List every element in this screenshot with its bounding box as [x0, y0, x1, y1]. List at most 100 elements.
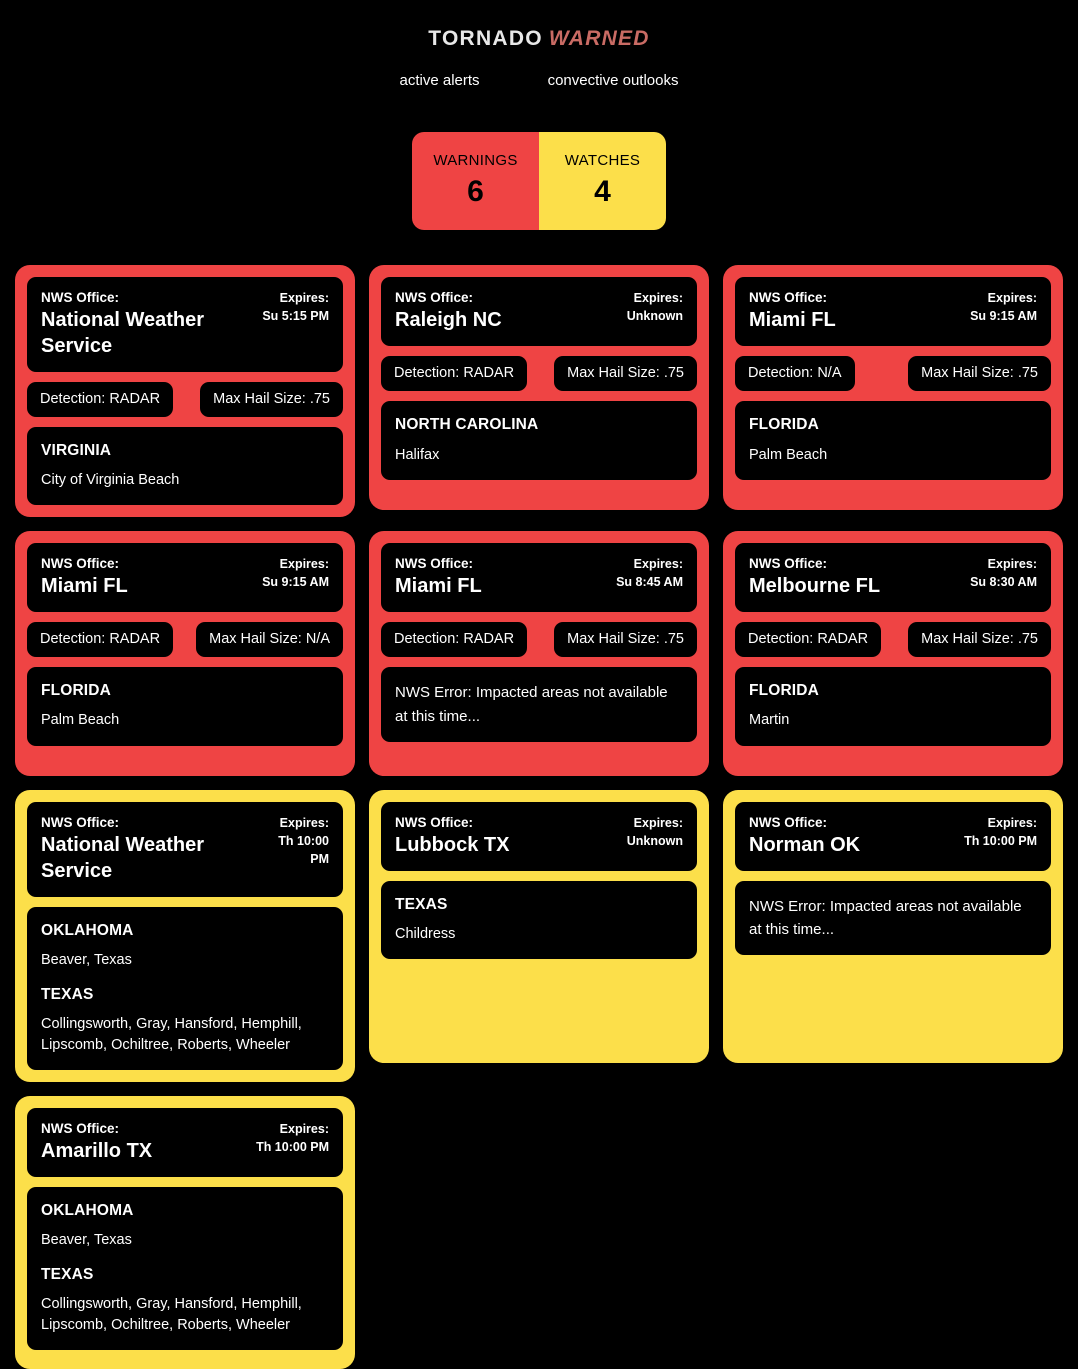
state-group: TEXAS Collingsworth, Gray, Hansford, Hemp…	[41, 1265, 329, 1336]
office-block: NWS Office: Melbourne FL	[749, 555, 880, 600]
expires-value: Th 10:00 PM	[278, 834, 329, 867]
detection-hail-row: Detection: N/A Max Hail Size: .75	[735, 356, 1051, 392]
expires-value: Su 5:15 PM	[262, 309, 329, 324]
office-block: NWS Office: Norman OK	[749, 814, 860, 859]
impacted-areas-panel: OKLAHOMA Beaver, Texas TEXAS Collingsworth,…	[27, 1186, 343, 1351]
state-group: TEXAS Collingsworth, Gray, Hansford, Hemp…	[41, 985, 329, 1056]
expires-label: Expires:	[279, 816, 329, 831]
detection-chip: Detection: RADAR	[381, 356, 528, 392]
county-list: Beaver, Texas	[41, 951, 132, 968]
expires-value: Unknown	[626, 834, 683, 849]
max-hail-size-chip: Max Hail Size: .75	[908, 621, 1051, 658]
warning-card[interactable]: NWS Office: Miami FL Expires: Su 9:15 AM Det…	[15, 531, 355, 777]
expires-block: Expires: Unknown	[627, 289, 683, 325]
main-nav: active alerts convective outlooks	[0, 72, 1078, 89]
expires-label: Expires:	[633, 557, 683, 572]
county-list: Collingsworth, Gray, Hansford, Hemphill,…	[41, 1295, 302, 1333]
expires-value: Th 10:00 PM	[964, 834, 1037, 849]
nws-office-name: Lubbock TX	[395, 834, 510, 857]
nws-office-name: Raleigh NC	[395, 309, 502, 332]
watch-card[interactable]: NWS Office: Norman OK Expires: Th 10:00 PM N…	[723, 790, 1063, 1064]
nav-link-active-alerts[interactable]: active alerts	[400, 72, 480, 89]
expires-block: Expires: Su 9:15 AM	[970, 289, 1037, 325]
counters-section: WARNINGS 6 WATCHES 4	[0, 132, 1078, 231]
site-title-warned: WARNED	[548, 27, 650, 50]
counter-warnings[interactable]: WARNINGS 6	[412, 132, 539, 231]
nws-office-name: Miami FL	[395, 575, 482, 598]
nws-office-label: NWS Office:	[41, 1120, 120, 1136]
max-hail-size-chip: Max Hail Size: N/A	[196, 621, 343, 658]
expires-label: Expires:	[279, 291, 329, 306]
card-header: NWS Office: Miami FL Expires: Su 9:15 AM	[735, 277, 1051, 346]
impacted-areas-panel: FLORIDA Palm Beach	[27, 667, 343, 746]
site-title: TORNADO WARNED	[0, 26, 1078, 51]
state-group: OKLAHOMA Beaver, Texas	[41, 921, 329, 971]
detection-hail-row: Detection: RADAR Max Hail Size: N/A	[27, 621, 343, 658]
state-name: FLORIDA	[749, 416, 819, 434]
detection-hail-row: Detection: RADAR Max Hail Size: .75	[381, 621, 697, 658]
card-header: NWS Office: Miami FL Expires: Su 9:15 AM	[27, 543, 343, 612]
expires-label: Expires:	[279, 1121, 329, 1136]
county-list: Halifax	[395, 446, 440, 463]
nws-office-name: Norman OK	[749, 834, 861, 857]
expires-value: Unknown	[626, 309, 683, 324]
nws-office-name: Melbourne FL	[749, 575, 881, 598]
state-group: FLORIDA Palm Beach	[41, 681, 329, 731]
expires-block: Expires: Unknown	[627, 814, 683, 850]
impacted-areas-panel: VIRGINIA City of Virginia Beach	[27, 426, 343, 506]
card-header: NWS Office: Amarillo TX Expires: Th 10:00 P…	[27, 1107, 343, 1177]
nws-office-label: NWS Office:	[749, 290, 828, 306]
nws-office-label: NWS Office:	[749, 815, 828, 831]
expires-block: Expires: Th 10:00 PM	[964, 814, 1037, 850]
expires-label: Expires:	[987, 557, 1037, 572]
office-block: NWS Office: Miami FL	[41, 555, 128, 600]
card-header: NWS Office: Miami FL Expires: Su 8:45 AM	[381, 543, 697, 612]
county-list: Martin	[749, 712, 790, 729]
impacted-areas-panel: NWS Error: Impacted areas not available …	[381, 667, 697, 742]
expires-value: Su 9:15 AM	[970, 309, 1037, 324]
county-list: City of Virginia Beach	[41, 472, 180, 489]
expires-value: Su 9:15 AM	[262, 575, 329, 590]
watch-card[interactable]: NWS Office: Lubbock TX Expires: Unknown TEXA…	[369, 790, 709, 1064]
warning-card[interactable]: NWS Office: Miami FL Expires: Su 8:45 AM Det…	[369, 531, 709, 777]
watch-card[interactable]: NWS Office: Amarillo TX Expires: Th 10:00 P…	[15, 1095, 355, 1369]
warning-card[interactable]: NWS Office: Melbourne FL Expires: Su 8:30 A…	[723, 531, 1063, 777]
nws-office-name: National Weather Service	[41, 834, 204, 882]
state-name: OKLAHOMA	[41, 921, 134, 939]
impacted-areas-panel: FLORIDA Palm Beach	[735, 401, 1051, 480]
warning-card[interactable]: NWS Office: Miami FL Expires: Su 9:15 AM Det…	[723, 265, 1063, 511]
impacted-areas-panel: TEXAS Childress	[381, 880, 697, 960]
office-block: NWS Office: National Weather Service	[41, 289, 246, 359]
office-block: NWS Office: Miami FL	[395, 555, 482, 600]
county-list: Collingsworth, Gray, Hansford, Hemphill,…	[41, 1015, 302, 1053]
expires-block: Expires: Su 9:15 AM	[262, 555, 329, 591]
detection-hail-row: Detection: RADAR Max Hail Size: .75	[381, 356, 697, 392]
impacted-areas-panel: FLORIDA Martin	[735, 667, 1051, 746]
state-group: TEXAS Childress	[395, 895, 683, 945]
detection-hail-row: Detection: RADAR Max Hail Size: .75	[735, 621, 1051, 658]
warning-card[interactable]: NWS Office: Raleigh NC Expires: Unknown Dete…	[369, 265, 709, 511]
counter-warnings-value: 6	[467, 174, 484, 208]
county-list: Palm Beach	[749, 446, 828, 463]
warning-card[interactable]: NWS Office: National Weather Service Expir…	[15, 265, 355, 518]
max-hail-size-chip: Max Hail Size: .75	[200, 381, 343, 417]
expires-value: Su 8:45 AM	[616, 575, 683, 590]
expires-block: Expires: Th 10:00 PM	[258, 814, 329, 868]
counter-watches[interactable]: WATCHES 4	[539, 132, 666, 231]
expires-label: Expires:	[987, 816, 1037, 831]
state-group: FLORIDA Palm Beach	[749, 415, 1037, 465]
nav-link-convective-outlooks[interactable]: convective outlooks	[548, 72, 679, 89]
detection-chip: Detection: RADAR	[27, 381, 174, 417]
detection-chip: Detection: RADAR	[381, 621, 528, 658]
nws-office-label: NWS Office:	[41, 290, 120, 306]
expires-block: Expires: Th 10:00 PM	[256, 1120, 329, 1156]
office-block: NWS Office: Lubbock TX	[395, 814, 509, 859]
nws-office-label: NWS Office:	[395, 815, 474, 831]
card-header: NWS Office: Melbourne FL Expires: Su 8:30 A…	[735, 543, 1051, 612]
state-name: TEXAS	[41, 985, 94, 1003]
county-list: Beaver, Texas	[41, 1231, 132, 1248]
expires-block: Expires: Su 8:45 AM	[616, 555, 683, 591]
expires-value: Su 8:30 AM	[970, 575, 1037, 590]
max-hail-size-chip: Max Hail Size: .75	[554, 356, 697, 392]
watch-card[interactable]: NWS Office: National Weather Service Expir…	[15, 790, 355, 1082]
